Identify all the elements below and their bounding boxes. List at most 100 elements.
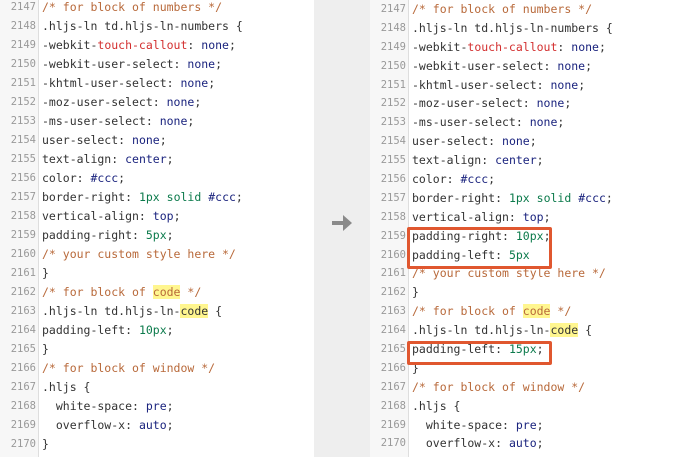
line-number: 2158 [10,210,36,222]
line-number: 2169 [380,418,406,431]
line-number: 2151 [10,77,36,89]
code-line: 2152 -moz-user-select: none; [0,93,314,112]
code-token: 5px [145,228,167,242]
line-number: 2166 [380,361,406,374]
code-token: ; [118,171,126,185]
line-number: 2163 [10,305,36,317]
code-token: ; [598,39,606,54]
code-token: color: [412,172,461,187]
code-line: 2155 text-align: center; [370,151,696,170]
code-token: .hljs-ln td.hljs-ln- [42,304,181,318]
code-text: -webkit-touch-callout: none; [42,36,236,55]
line-number: 2164 [10,324,36,336]
code-text: -moz-user-select: none; [412,94,571,113]
code-token: ; [166,418,174,432]
code-text: } [412,283,419,302]
code-line: 2161} [0,264,314,283]
line-number: 2153 [380,116,406,129]
code-token: ; [564,96,572,111]
code-token: ; [488,172,496,187]
code-line: 2163 .hljs-ln td.hljs-ln-code { [0,302,314,321]
code-token: ; [536,417,544,432]
code-token: 1px [508,190,530,205]
code-token: none [187,57,216,71]
code-token: code [180,304,209,318]
code-token: .hljs-ln td.hljs-ln-numbers { [412,20,613,35]
code-line: 2165} [0,340,314,359]
code-line: 2151 -khtml-user-select: none; [370,76,696,95]
code-text: /* for block of numbers */ [412,0,592,19]
code-line: 2150 -webkit-user-select: none; [0,55,314,74]
code-token: -webkit-user-select: [412,58,558,73]
code-text: /* for block of window */ [412,378,585,397]
code-text: user-select: none; [412,132,537,151]
code-text: -khtml-user-select: none; [42,74,215,93]
code-token: top [152,209,174,223]
code-token: .hljs-ln td.hljs-ln-numbers { [42,19,243,33]
code-token: */ [550,304,572,319]
code-token: /* for block of [412,304,523,319]
line-number: 2165 [380,343,406,356]
code-token: -khtml-user-select: [42,76,181,90]
code-token: ; [557,115,565,130]
code-text: .hljs-ln td.hljs-ln-code { [42,302,222,321]
line-number: 2156 [10,172,36,184]
code-token: pre [145,399,167,413]
code-token: -webkit-user-select: [42,57,188,71]
code-text: .hljs { [412,397,460,416]
code-token: -khtml-user-select: [412,77,551,92]
code-token: #ccc [460,172,489,187]
code-token: padding-right: [42,228,146,242]
code-text: } [42,435,49,454]
code-token: color: [42,171,91,185]
code-token: ; [536,436,544,451]
code-token: ; [173,209,181,223]
code-token: ; [578,77,586,92]
code-token: ; [159,133,167,147]
code-text: overflow-x: auto; [42,416,174,435]
code-token: center [125,152,167,166]
code-line: 2158 vertical-align: top; [0,207,314,226]
line-number: 2148 [380,21,406,34]
change-highlight-box-padding [407,227,552,269]
code-line: 2157 border-right: 1px solid #ccc; [370,189,696,208]
code-token: -webkit- [42,38,98,52]
code-text: -ms-user-select: none; [412,113,564,132]
line-number: 2167 [10,381,36,393]
code-text: -ms-user-select: none; [42,112,194,131]
line-number: 2147 [380,3,406,15]
code-line: 2159 padding-right: 5px; [0,226,314,245]
code-token: none [502,134,530,149]
code-token: padding-left: [42,323,139,337]
line-number: 2170 [10,438,36,450]
code-token: none [557,58,586,73]
code-line: 2163 /* for block of code */ [370,302,696,321]
code-line: 2154 user-select: none; [370,132,696,151]
code-token: ; [605,190,613,205]
line-number: 2150 [10,58,36,70]
code-token: overflow-x: [412,436,509,451]
code-token: pre [515,417,537,432]
code-token: /* for block of window */ [412,379,586,394]
code-token: ; [585,58,593,73]
code-diff-view: 2147 /* for block of numbers */ 2148 .hljs-… [0,0,696,457]
code-text: /* for block of code */ [42,283,201,302]
code-line: 2156 color: #ccc; [0,169,314,188]
line-number: 2155 [380,154,406,167]
code-text: /* your custom style here */ [42,245,236,264]
code-token: none [529,115,558,130]
code-token: #ccc [578,190,606,205]
code-text: vertical-align: top; [42,207,181,226]
code-text: .hljs-ln td.hljs-ln-code { [412,321,592,340]
code-line: 2150 -webkit-user-select: none; [370,57,696,76]
code-token: auto [138,418,167,432]
code-line: 2169 white-space: pre; [370,416,696,435]
code-token: none [132,133,160,147]
code-line: 2169 overflow-x: auto; [0,416,314,435]
code-text: .hljs-ln td.hljs-ln-numbers { [412,19,613,38]
line-number: 2151 [380,78,406,91]
code-token: vertical-align: [42,209,153,223]
code-token: .hljs { [412,398,461,413]
code-text: /* for block of numbers */ [42,0,222,17]
